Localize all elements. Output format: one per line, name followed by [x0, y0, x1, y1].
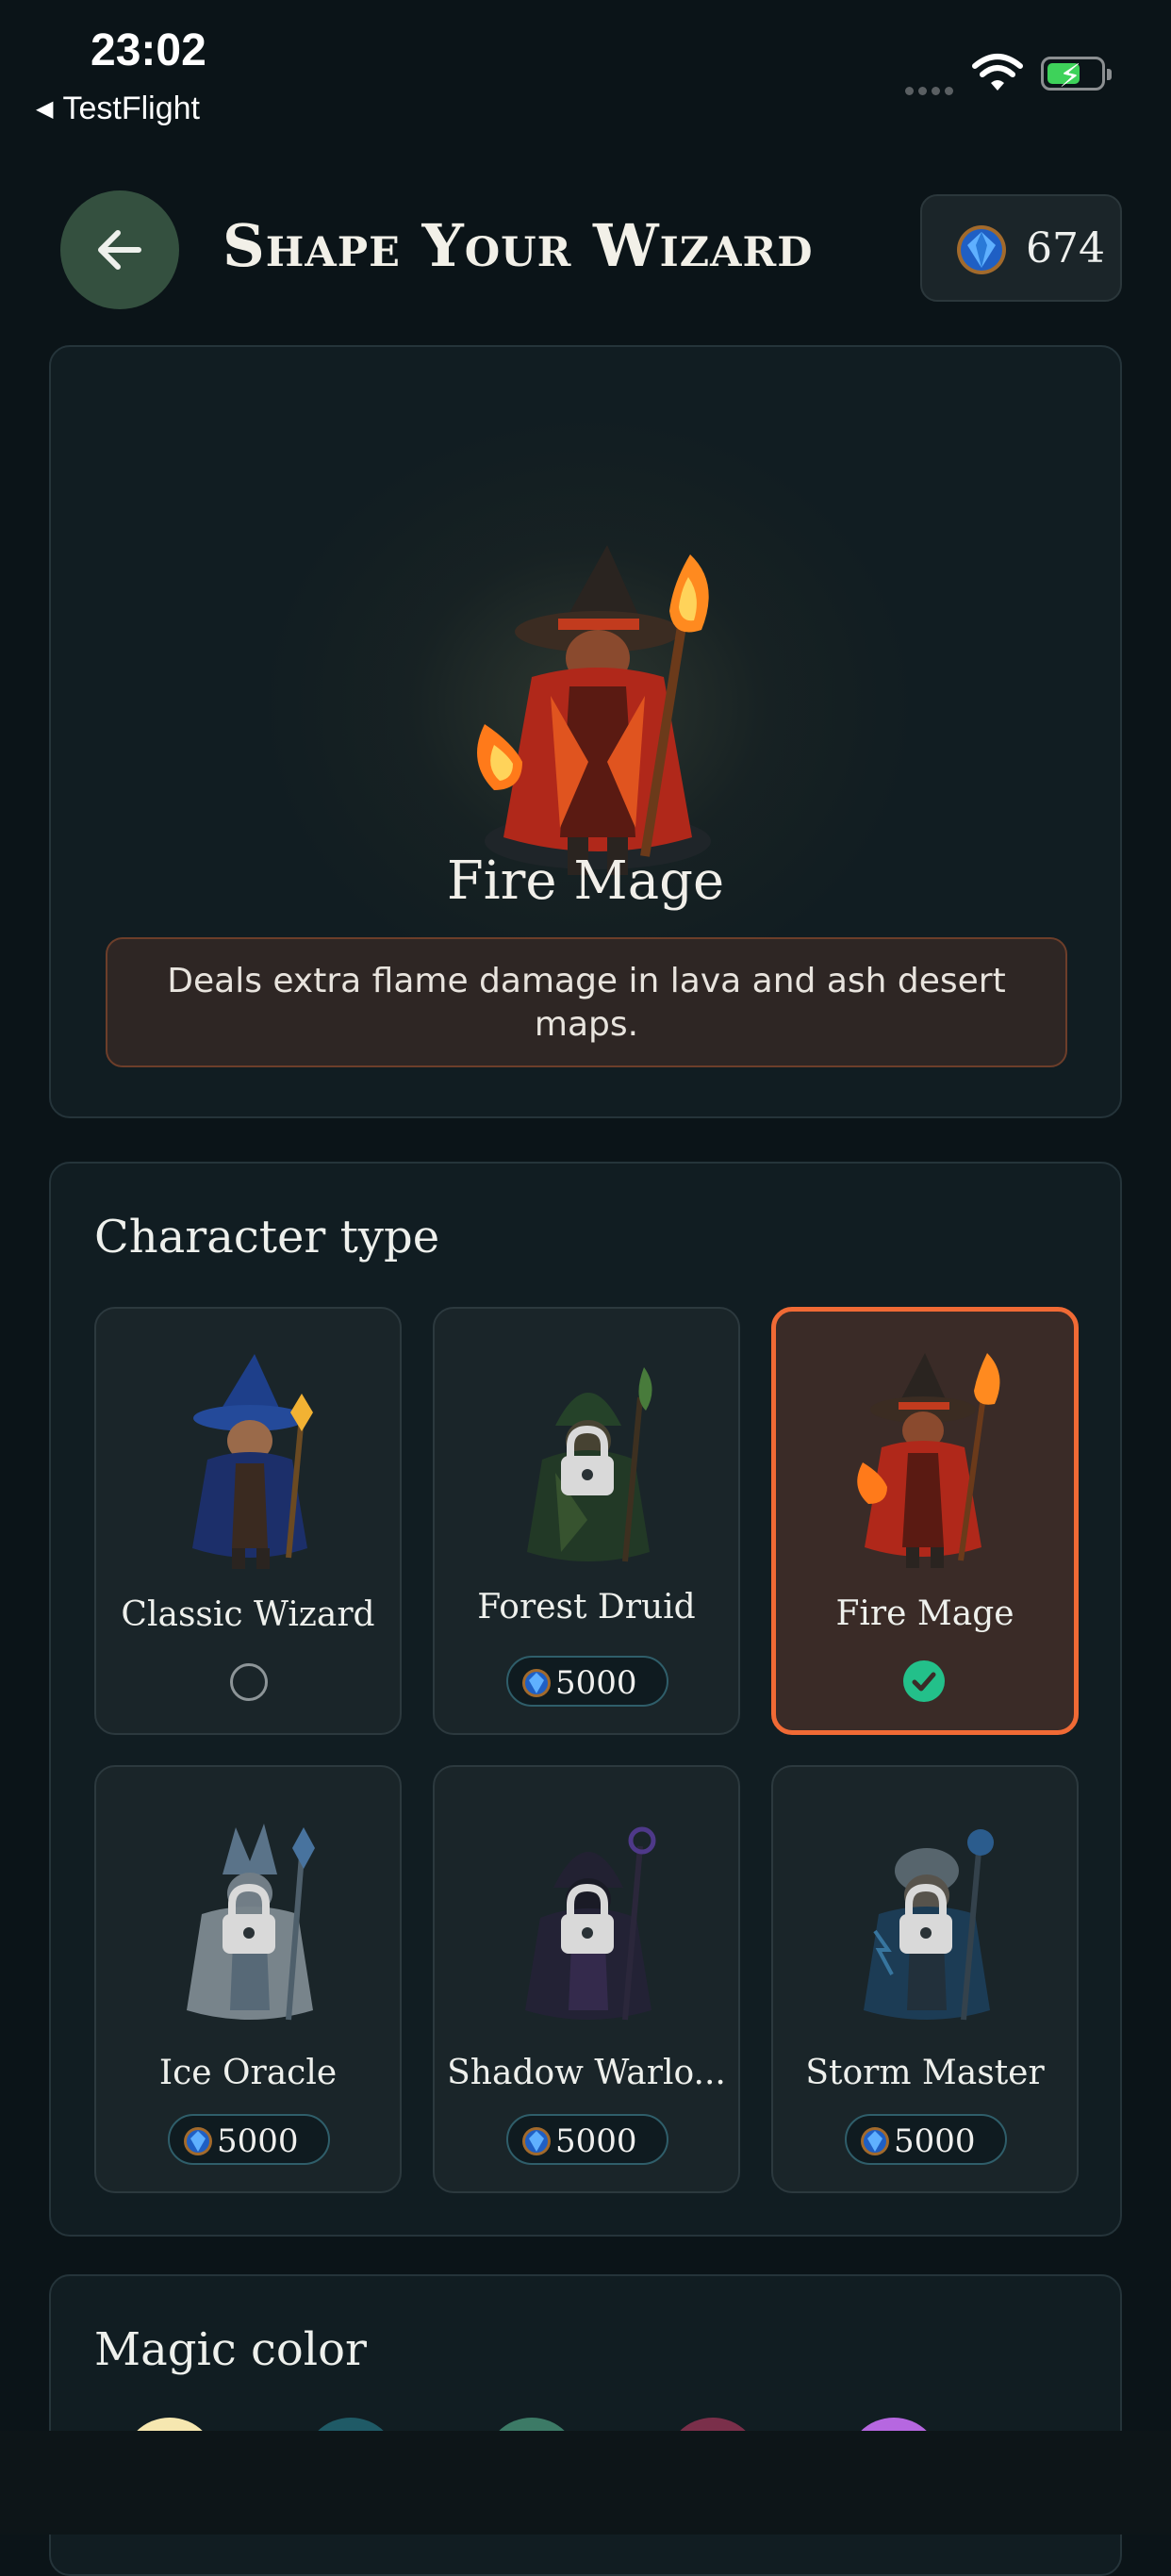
price-pill[interactable]: 5000: [845, 2114, 1007, 2165]
unselected-radio[interactable]: [230, 1663, 268, 1701]
gem-icon: [957, 225, 1006, 274]
character-name: Ice Oracle: [158, 2054, 338, 2092]
character-description: Deals extra flame damage in lava and ash…: [106, 937, 1067, 1067]
character-name: Fire Mage: [835, 1594, 1014, 1633]
character-name: Forest Druid: [477, 1588, 696, 1627]
price-pill[interactable]: 5000: [506, 2114, 668, 2165]
price-pill[interactable]: 5000: [168, 2114, 330, 2165]
gem-icon: [184, 2127, 212, 2155]
character-name: Storm Master: [805, 2054, 1045, 2092]
back-app-label: TestFlight: [62, 91, 200, 126]
character-name: Classic Wizard: [121, 1595, 375, 1634]
fire-mage-icon: [857, 1353, 1000, 1568]
wifi-icon: [972, 54, 1023, 91]
price-value: 5000: [217, 2122, 299, 2160]
price-value: 5000: [555, 1664, 637, 1702]
back-button[interactable]: [60, 190, 179, 309]
character-tile-shadow-warlock[interactable]: Shadow Warlo... 5000: [433, 1765, 740, 2193]
price-pill[interactable]: 5000: [506, 1656, 668, 1707]
gem-count: 674: [1026, 224, 1105, 272]
page-title: Shape Your Wizard: [223, 211, 814, 280]
gem-icon: [522, 2127, 551, 2155]
character-preview-card: Fire Mage Deals extra flame damage in la…: [49, 345, 1122, 1118]
status-bar: 23:02 ◀ TestFlight ⚡: [0, 0, 1171, 141]
status-time: 23:02: [91, 25, 206, 75]
character-type-card: Character type Classic Wizard Forest Dru…: [49, 1162, 1122, 2237]
magic-color-title: Magic color: [94, 2323, 367, 2376]
back-to-app-link[interactable]: ◀ TestFlight: [36, 91, 200, 127]
gem-balance[interactable]: 674: [920, 194, 1122, 302]
character-type-title: Character type: [94, 1211, 440, 1263]
character-tile-classic-wizard[interactable]: Classic Wizard: [94, 1307, 402, 1735]
bottom-bar: [0, 2431, 1171, 2535]
gem-icon: [861, 2127, 889, 2155]
gem-icon: [522, 1669, 551, 1697]
preview-character-name: Fire Mage: [446, 850, 725, 912]
cellular-signal-icon: [905, 81, 958, 99]
character-tile-ice-oracle[interactable]: Ice Oracle 5000: [94, 1765, 402, 2193]
character-name: Shadow Warlo...: [447, 2054, 726, 2092]
price-value: 5000: [555, 2122, 637, 2160]
lock-icon: [561, 1884, 614, 1954]
lock-icon: [561, 1426, 614, 1495]
character-tile-fire-mage[interactable]: Fire Mage: [771, 1307, 1079, 1735]
back-triangle-icon: ◀: [36, 96, 54, 122]
battery-icon: ⚡: [1041, 57, 1112, 95]
lock-icon: [223, 1884, 275, 1954]
lock-icon: [899, 1884, 952, 1954]
arrow-left-icon: [98, 230, 141, 270]
price-value: 5000: [894, 2122, 976, 2160]
character-tile-storm-master[interactable]: Storm Master 5000: [771, 1765, 1079, 2193]
classic-wizard-icon: [192, 1354, 313, 1569]
character-tile-forest-druid[interactable]: Forest Druid 5000: [433, 1307, 740, 1735]
selected-check-icon: [903, 1660, 945, 1702]
